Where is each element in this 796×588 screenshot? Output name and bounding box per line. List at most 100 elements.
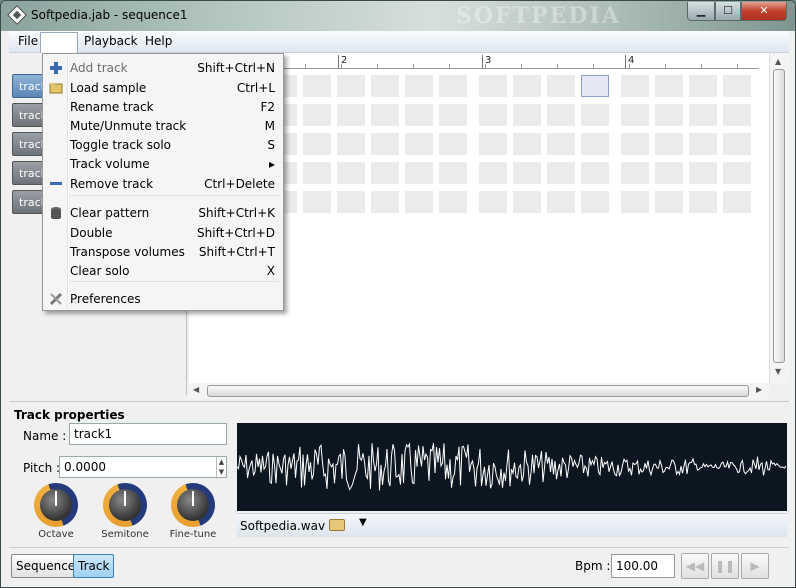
menu-item-toggle-track-solo[interactable]: Toggle track solo S (45, 135, 281, 155)
step-cell[interactable] (405, 191, 433, 213)
step-cell[interactable] (723, 104, 751, 126)
step-cell[interactable] (547, 75, 575, 97)
step-cell[interactable] (689, 191, 717, 213)
sequence-mode-button[interactable]: Sequence (11, 554, 81, 578)
track-mode-button[interactable]: Track (73, 554, 115, 578)
minimize-button[interactable]: ▁ (687, 2, 715, 21)
menu-playback[interactable]: Playback (82, 34, 140, 48)
step-cell[interactable] (439, 104, 467, 126)
splitter[interactable] (9, 401, 789, 402)
fine-tune-knob[interactable] (171, 483, 215, 527)
step-cell[interactable] (581, 162, 609, 184)
pitch-input[interactable]: 0.0000 ▲ ▼ (59, 456, 227, 479)
menu-item-transpose-volumes[interactable]: Transpose volumes Shift+Ctrl+T (45, 242, 281, 262)
step-cell[interactable] (621, 104, 649, 126)
step-cell[interactable] (513, 75, 541, 97)
step-cell[interactable] (479, 133, 507, 155)
menu-item-clear-solo[interactable]: Clear solo X (45, 261, 281, 281)
step-cell[interactable] (581, 75, 609, 97)
menu-item-remove-track[interactable]: Remove track Ctrl+Delete (45, 174, 281, 194)
step-cell[interactable] (513, 191, 541, 213)
horizontal-scrollbar[interactable]: ◀ ▶ (189, 383, 769, 399)
step-cell[interactable] (655, 191, 683, 213)
step-cell[interactable] (723, 75, 751, 97)
chevron-down-icon[interactable]: ▼ (359, 517, 367, 528)
step-cell[interactable] (303, 191, 331, 213)
step-cell[interactable] (581, 104, 609, 126)
menu-item-preferences[interactable]: Preferences (45, 289, 281, 309)
step-cell[interactable] (479, 162, 507, 184)
rewind-icon[interactable]: ◀◀ (681, 553, 709, 579)
step-cell[interactable] (439, 191, 467, 213)
track-name-input[interactable]: track1 (69, 423, 227, 445)
step-cell[interactable] (405, 75, 433, 97)
step-cell[interactable] (581, 133, 609, 155)
step-cell[interactable] (337, 191, 365, 213)
scroll-left-icon[interactable]: ◀ (193, 385, 199, 394)
octave-knob[interactable] (34, 483, 78, 527)
step-cell[interactable] (689, 104, 717, 126)
step-cell[interactable] (547, 133, 575, 155)
step-cell[interactable] (689, 133, 717, 155)
menu-item-load-sample[interactable]: Load sample Ctrl+L (45, 78, 281, 98)
menu-edit[interactable] (40, 32, 78, 53)
step-cell[interactable] (337, 133, 365, 155)
step-cell[interactable] (621, 133, 649, 155)
menu-item-rename-track[interactable]: Rename track F2 (45, 97, 281, 117)
vertical-scrollbar[interactable]: ▲ ▼ (769, 53, 789, 383)
menu-help[interactable]: Help (143, 34, 174, 48)
step-cell[interactable] (513, 162, 541, 184)
menu-item-track-volume[interactable]: Track volume ▸ (45, 154, 281, 174)
step-cell[interactable] (303, 133, 331, 155)
close-button[interactable]: ✕ (741, 2, 787, 21)
menu-item-mute-unmute-track[interactable]: Mute/Unmute track M (45, 116, 281, 136)
menu-item-clear-pattern[interactable]: Clear pattern Shift+Ctrl+K (45, 203, 281, 223)
horizontal-scroll-thumb[interactable] (207, 385, 749, 397)
step-cell[interactable] (479, 104, 507, 126)
menu-file[interactable]: File (16, 34, 40, 48)
folder-icon[interactable] (329, 519, 345, 531)
step-cell[interactable] (303, 104, 331, 126)
step-cell[interactable] (723, 191, 751, 213)
step-cell[interactable] (371, 133, 399, 155)
scroll-up-icon[interactable]: ▲ (775, 57, 781, 66)
step-cell[interactable] (479, 191, 507, 213)
step-cell[interactable] (439, 75, 467, 97)
step-cell[interactable] (621, 162, 649, 184)
step-cell[interactable] (303, 75, 331, 97)
step-cell[interactable] (337, 75, 365, 97)
step-cell[interactable] (655, 133, 683, 155)
scroll-down-icon[interactable]: ▼ (775, 367, 781, 376)
play-icon[interactable]: ▶ (741, 553, 769, 579)
step-cell[interactable] (621, 191, 649, 213)
step-cell[interactable] (723, 133, 751, 155)
step-cell[interactable] (337, 162, 365, 184)
step-cell[interactable] (547, 104, 575, 126)
step-cell[interactable] (405, 133, 433, 155)
step-cell[interactable] (689, 75, 717, 97)
step-cell[interactable] (513, 133, 541, 155)
step-cell[interactable] (723, 162, 751, 184)
step-cell[interactable] (689, 162, 717, 184)
step-cell[interactable] (371, 75, 399, 97)
semitone-knob[interactable] (103, 483, 147, 527)
maximize-button[interactable]: ☐ (715, 2, 741, 21)
step-cell[interactable] (405, 104, 433, 126)
step-cell[interactable] (337, 104, 365, 126)
step-cell[interactable] (371, 191, 399, 213)
step-cell[interactable] (439, 162, 467, 184)
pause-icon[interactable]: ❚❚ (711, 553, 739, 579)
step-cell[interactable] (303, 162, 331, 184)
step-cell[interactable] (371, 104, 399, 126)
step-cell[interactable] (547, 162, 575, 184)
step-cell[interactable] (547, 191, 575, 213)
vertical-scroll-thumb[interactable] (773, 69, 785, 363)
step-cell[interactable] (655, 104, 683, 126)
scroll-right-icon[interactable]: ▶ (756, 385, 762, 394)
step-cell[interactable] (621, 75, 649, 97)
menu-item-add-track[interactable]: Add track Shift+Ctrl+N (45, 58, 281, 78)
step-cell[interactable] (655, 162, 683, 184)
step-cell[interactable] (371, 162, 399, 184)
menu-item-double[interactable]: Double Shift+Ctrl+D (45, 223, 281, 243)
bpm-input[interactable]: 100.00 (611, 554, 675, 578)
